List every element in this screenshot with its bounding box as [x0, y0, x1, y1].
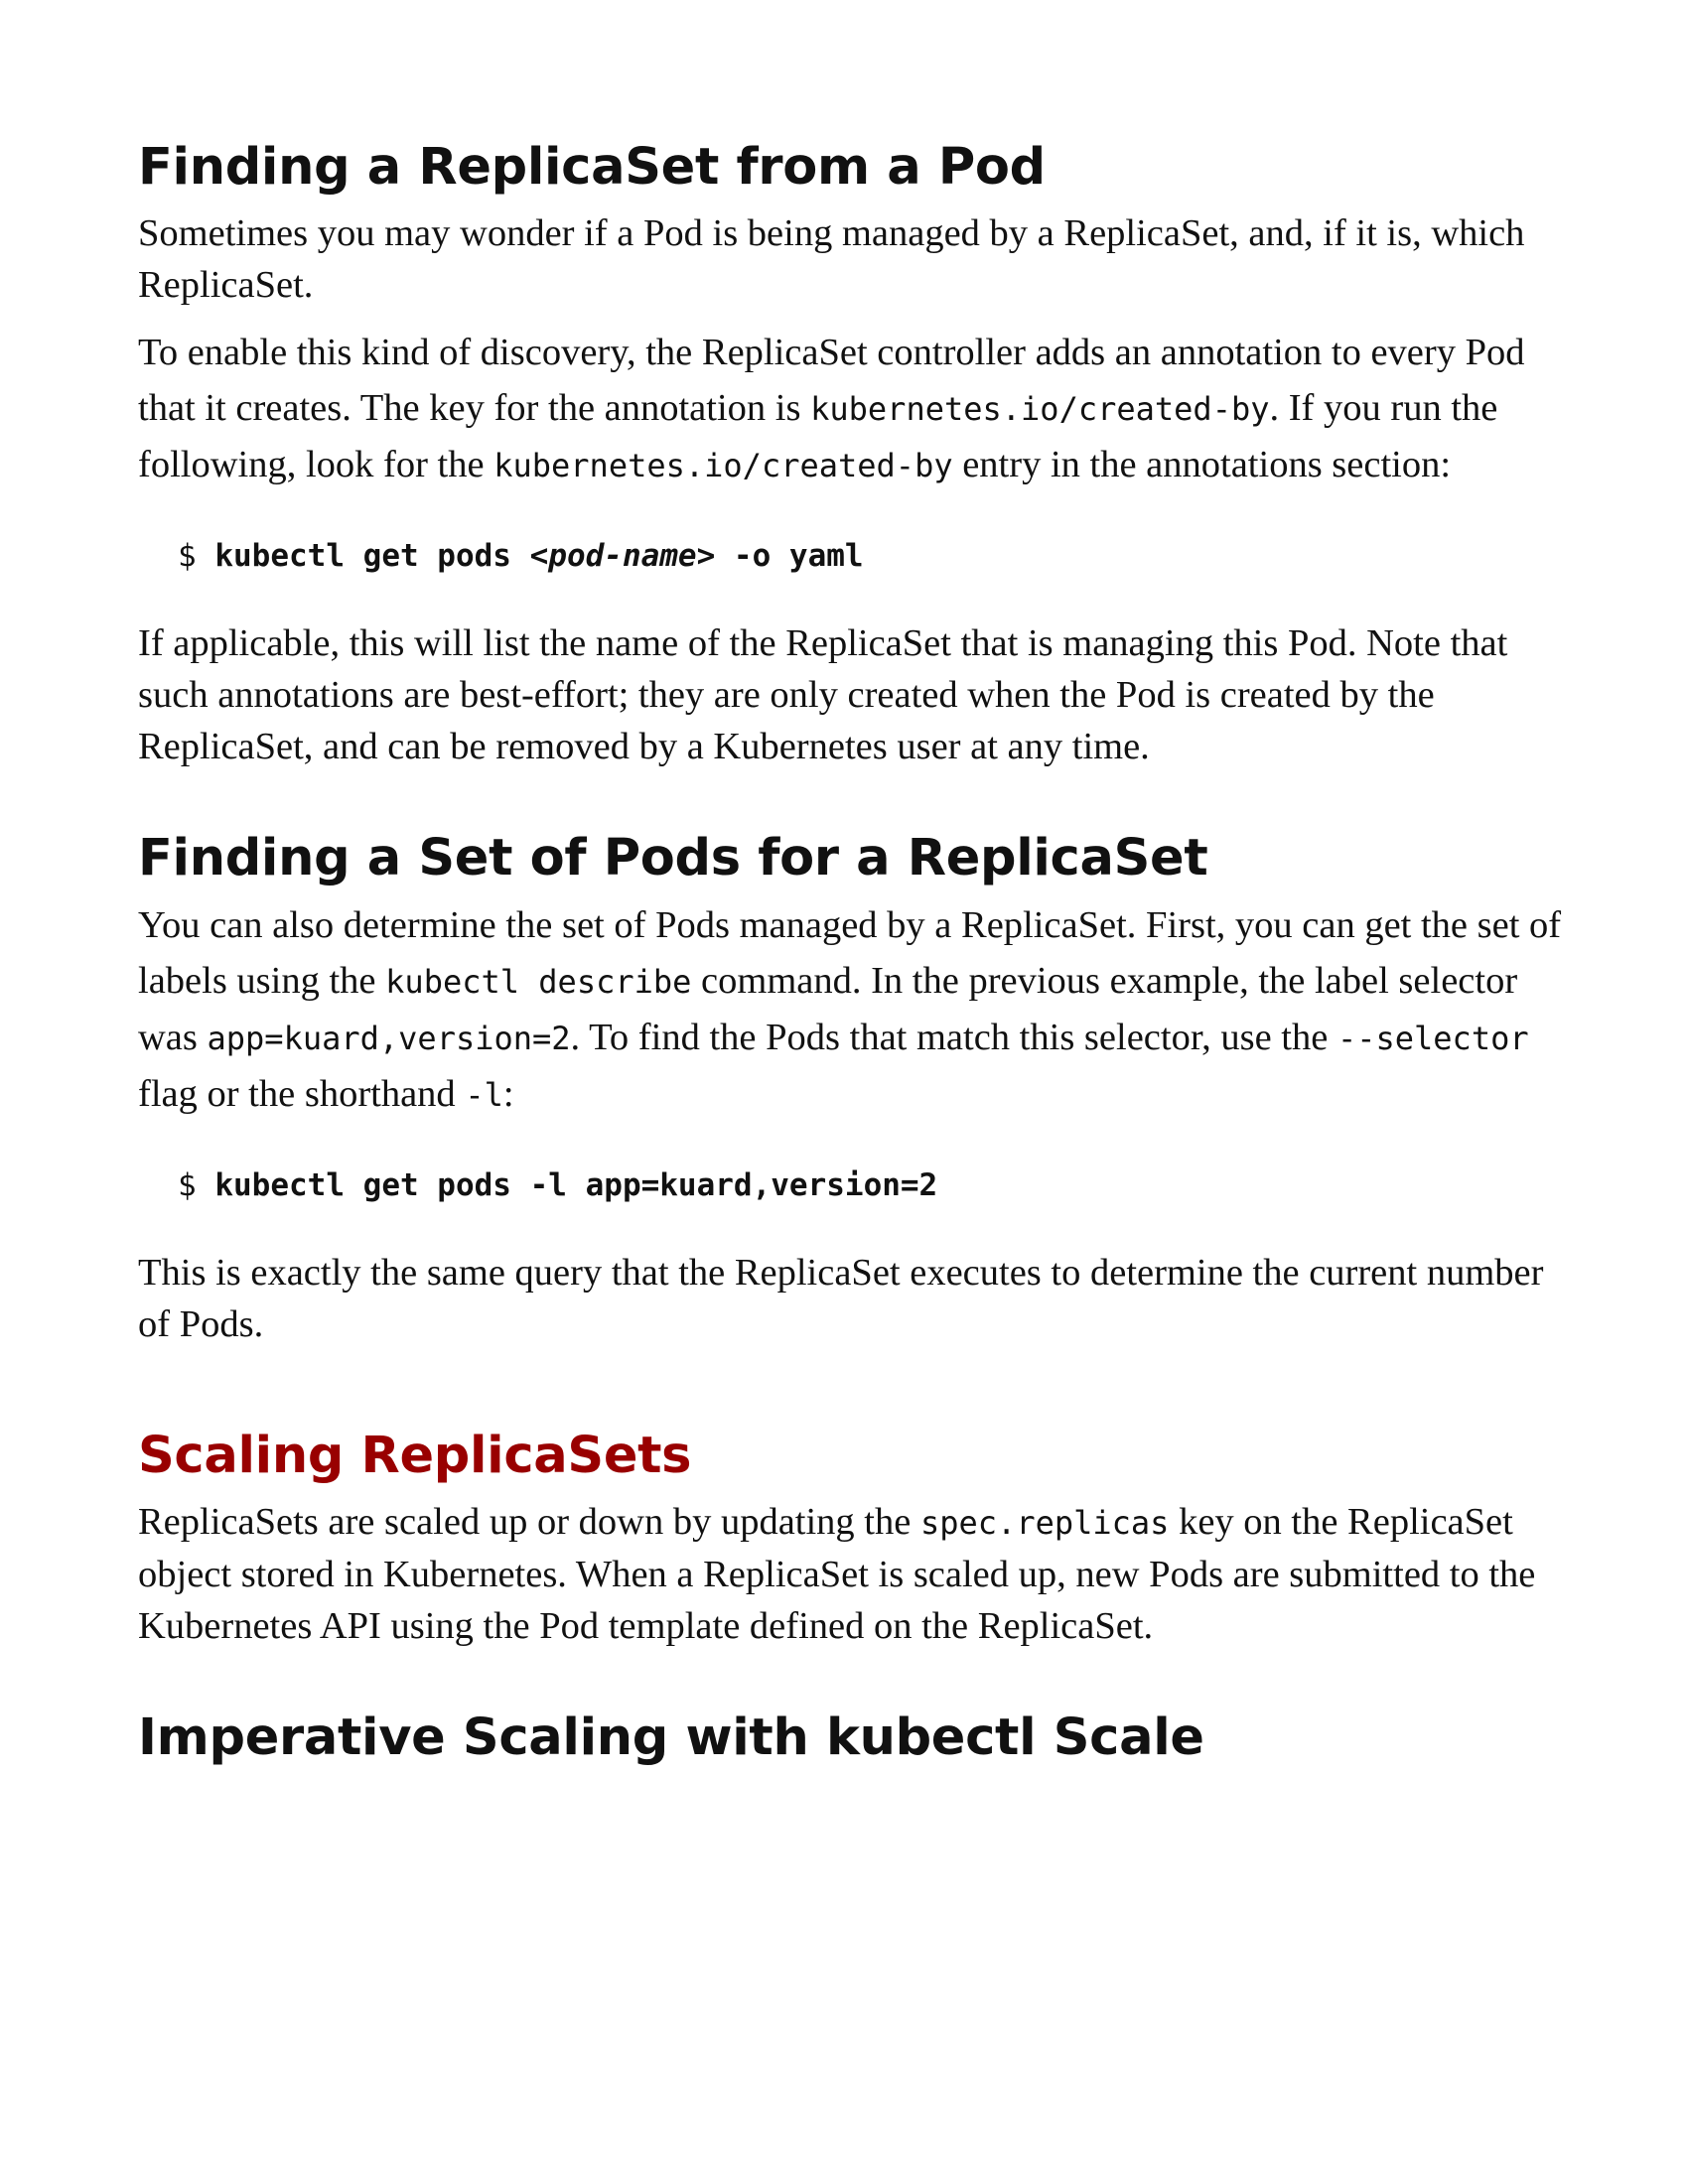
paragraph-scaling: ReplicaSets are scaled up or down by upd… — [138, 1500, 1536, 1647]
heading-imperative-scaling: Imperative Scaling with kubectl Scale — [138, 1707, 1204, 1767]
document-page: Finding a ReplicaSet from a Pod Sometime… — [138, 117, 1568, 1768]
inline-code-selector-flag: --selector — [1336, 1020, 1529, 1058]
code-block-get-pod-yaml: $ kubectl get pods <pod-name> -o yaml — [178, 537, 864, 574]
paragraph-same-query: This is exactly the same query that the … — [138, 1252, 1544, 1346]
heading-scaling-replicasets: Scaling ReplicaSets — [138, 1427, 692, 1486]
inline-code-l-flag: -l — [465, 1076, 503, 1115]
paragraph-best-effort: If applicable, this will list the name o… — [138, 621, 1508, 767]
paragraph-label-selector: You can also determine the set of Pods m… — [138, 904, 1562, 1116]
inline-code-selector-value: app=kuard,version=2 — [207, 1020, 571, 1058]
inline-code-kubectl-describe: kubectl describe — [385, 963, 692, 1002]
inline-code-spec-replicas: spec.replicas — [919, 1503, 1170, 1542]
inline-code-created-by: kubernetes.io/created-by — [810, 389, 1270, 428]
paragraph-intro: Sometimes you may wonder if a Pod is bei… — [138, 211, 1525, 306]
heading-finding-replicaset-from-pod: Finding a ReplicaSet from a Pod — [138, 138, 1046, 197]
code-block-get-pods-selector: $ kubectl get pods -l app=kuard,version=… — [178, 1167, 938, 1204]
inline-code-created-by-2: kubernetes.io/created-by — [493, 446, 953, 484]
paragraph-annotation: To enable this kind of discovery, the Re… — [138, 331, 1525, 485]
heading-finding-set-of-pods: Finding a Set of Pods for a ReplicaSet — [138, 828, 1208, 887]
